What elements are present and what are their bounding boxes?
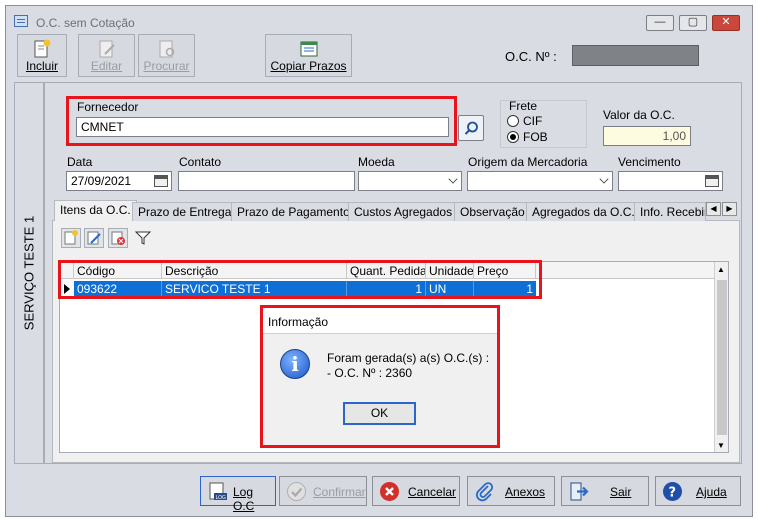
oc-number-field	[572, 45, 699, 66]
vencimento-label: Vencimento	[618, 155, 681, 169]
new-item-icon	[64, 230, 78, 245]
tab-scroll-right-icon[interactable]: ▶	[722, 202, 737, 216]
ajuda-label: Ajuda	[696, 485, 727, 499]
confirmar-label: Confirmar	[313, 485, 366, 499]
log-oc-label: Log O.C	[233, 485, 255, 513]
tab-prazo-pagamento[interactable]: Prazo de Pagamento	[231, 202, 356, 221]
side-tab-label: SERVIÇO TESTE 1	[21, 215, 37, 331]
sair-label: Sair	[610, 485, 632, 499]
dialog-highlight	[260, 305, 500, 448]
procurar-label: Procurar	[143, 59, 190, 73]
editar-label: Editar	[90, 59, 123, 73]
grid-row-highlight	[58, 260, 542, 299]
search-document-icon	[159, 40, 174, 58]
anexos-label: Anexos	[505, 485, 546, 499]
anexos-button[interactable]: Anexos	[467, 476, 555, 506]
title-bar[interactable]: O.C. sem Cotação — ▢ ✕	[6, 6, 752, 36]
data-value: 27/09/2021	[71, 174, 132, 188]
frete-label: Frete	[509, 99, 538, 113]
origem-select[interactable]	[467, 171, 613, 191]
add-item-button[interactable]	[61, 228, 81, 248]
minimize-button[interactable]: —	[646, 15, 674, 31]
side-tab[interactable]: SERVIÇO TESTE 1	[14, 82, 44, 464]
moeda-select[interactable]	[358, 171, 462, 191]
cancelar-label: Cancelar	[408, 485, 457, 499]
chevron-down-icon	[448, 174, 458, 184]
oc-number-label: O.C. Nº :	[505, 49, 557, 64]
new-document-icon	[34, 39, 51, 58]
chevron-down-icon	[599, 174, 609, 184]
frete-fob-radio[interactable]	[507, 131, 519, 143]
filter-button[interactable]	[134, 229, 152, 247]
scroll-thumb[interactable]	[717, 280, 727, 435]
delete-item-button[interactable]	[108, 228, 128, 248]
procurar-button[interactable]: Procurar	[138, 34, 195, 77]
checkmark-icon	[287, 482, 306, 501]
contato-input[interactable]	[178, 171, 355, 191]
frete-fob-label: FOB	[523, 130, 548, 144]
log-oc-button[interactable]: LOG Log O.C	[200, 476, 276, 513]
frete-cif-radio[interactable]	[507, 115, 519, 127]
copiar-prazos-label: Copiar Prazos	[270, 59, 347, 73]
editar-button[interactable]: Editar	[78, 34, 135, 77]
edit-item-button[interactable]	[84, 228, 104, 248]
tab-observacao[interactable]: Observação	[454, 202, 531, 221]
incluir-button[interactable]: Incluir	[17, 34, 67, 77]
window-title: O.C. sem Cotação	[36, 16, 135, 30]
copy-schedule-icon	[300, 41, 317, 57]
data-input[interactable]: 27/09/2021	[66, 171, 172, 191]
copiar-prazos-button[interactable]: Copiar Prazos	[265, 34, 352, 77]
origem-label: Origem da Mercadoria	[468, 155, 588, 169]
incluir-label: Incluir	[25, 59, 58, 73]
svg-text:?: ?	[669, 486, 677, 501]
paperclip-icon	[476, 482, 494, 502]
tab-itens-oc[interactable]: Itens da O.C.	[54, 200, 137, 221]
scroll-up-icon[interactable]: ▲	[717, 265, 725, 274]
search-icon	[464, 121, 478, 135]
cancel-icon	[380, 482, 399, 501]
fornecedor-label: Fornecedor	[77, 100, 139, 114]
sair-button[interactable]: Sair	[561, 476, 649, 506]
tab-agregados-oc[interactable]: Agregados da O.C.	[526, 202, 641, 221]
maximize-button[interactable]: ▢	[679, 15, 707, 31]
data-label: Data	[67, 155, 93, 169]
tab-info-recebim[interactable]: Info. Recebim	[634, 202, 706, 221]
frete-cif-label: CIF	[523, 114, 543, 128]
log-icon: LOG	[209, 482, 227, 501]
fornecedor-search-button[interactable]	[458, 115, 484, 141]
tab-scroll: ◀ ▶	[706, 202, 739, 216]
close-button[interactable]: ✕	[712, 15, 740, 31]
filter-icon	[134, 231, 152, 245]
valor-label: Valor da O.C.	[603, 108, 675, 122]
app-window-icon	[14, 15, 28, 27]
valor-input[interactable]: 1,00	[603, 126, 691, 146]
contato-label: Contato	[179, 155, 222, 169]
tab-prazo-entrega[interactable]: Prazo de Entrega	[132, 202, 238, 221]
exit-icon	[570, 482, 589, 501]
moeda-label: Moeda	[358, 155, 395, 169]
svg-text:LOG: LOG	[216, 495, 227, 501]
vencimento-input[interactable]	[618, 171, 723, 191]
fornecedor-input[interactable]: CMNET	[76, 117, 449, 137]
tab-scroll-left-icon[interactable]: ◀	[706, 202, 721, 216]
grid-vscrollbar[interactable]: ▲ ▼	[714, 262, 728, 452]
edit-item-icon	[87, 231, 101, 245]
edit-document-icon	[99, 40, 115, 58]
calendar-icon[interactable]	[705, 175, 719, 187]
delete-item-icon	[111, 231, 125, 245]
ajuda-button[interactable]: ? Ajuda	[655, 476, 741, 506]
tab-custos-agregados[interactable]: Custos Agregados	[348, 202, 459, 221]
calendar-icon[interactable]	[154, 175, 168, 187]
help-icon: ?	[663, 482, 682, 501]
scroll-down-icon[interactable]: ▼	[717, 441, 725, 450]
cancelar-button[interactable]: Cancelar	[372, 476, 460, 506]
confirmar-button[interactable]: Confirmar	[279, 476, 367, 506]
